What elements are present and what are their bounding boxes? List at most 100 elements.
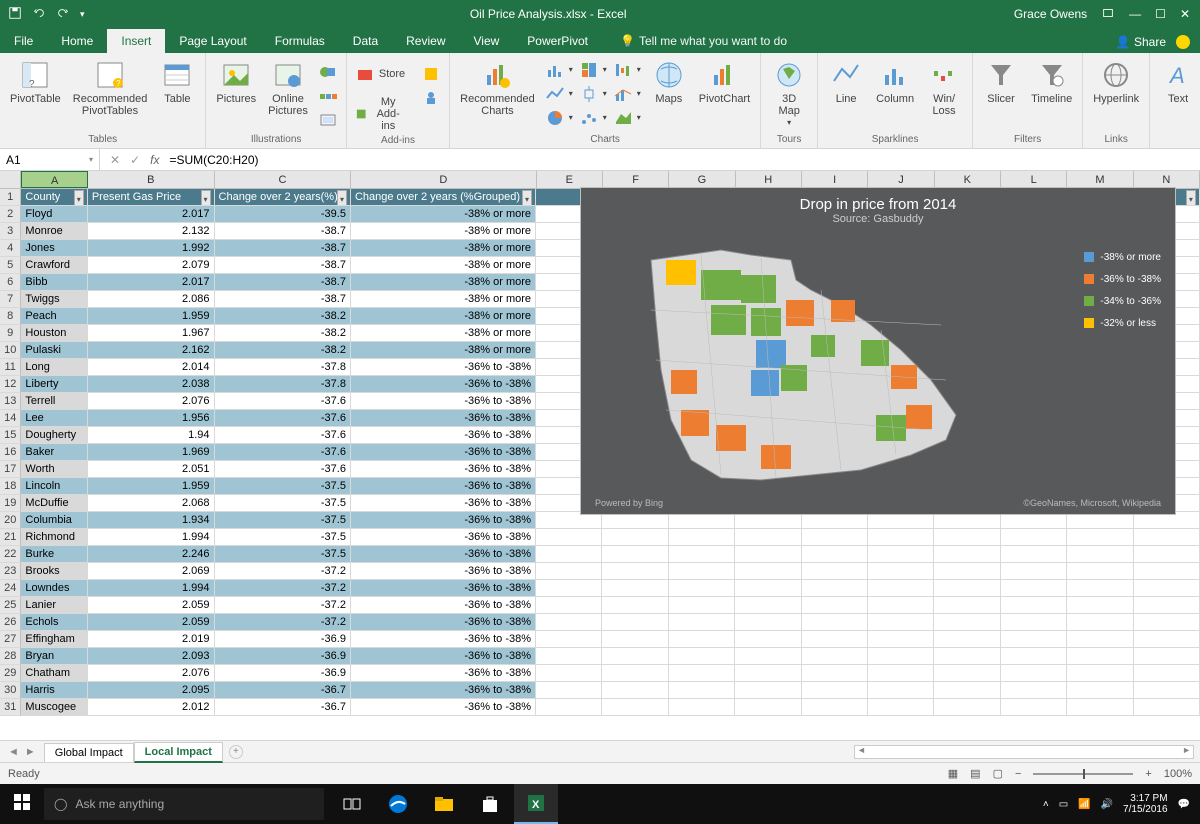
col-header-E[interactable]: E (537, 171, 603, 188)
waterfall-chart-button[interactable]: ▾ (611, 59, 643, 81)
cell[interactable] (802, 699, 868, 716)
close-icon[interactable]: ✕ (1180, 7, 1190, 21)
scatter-chart-button[interactable]: ▾ (577, 107, 609, 129)
cell[interactable] (1067, 648, 1133, 665)
cell[interactable] (802, 648, 868, 665)
qat-customize-icon[interactable]: ▾ (80, 9, 85, 20)
cell[interactable] (1134, 648, 1200, 665)
cell[interactable] (536, 648, 602, 665)
col-header-M[interactable]: M (1067, 171, 1133, 188)
cell[interactable] (1134, 665, 1200, 682)
row-header[interactable]: 17 (0, 461, 21, 478)
cell[interactable]: -36% to -38% (351, 563, 536, 580)
cell[interactable] (669, 699, 735, 716)
cell[interactable] (669, 614, 735, 631)
horizontal-scrollbar[interactable] (854, 745, 1194, 759)
cell[interactable] (1067, 529, 1133, 546)
cell[interactable]: -37.2 (215, 597, 351, 614)
cell[interactable] (868, 597, 934, 614)
view-normal-icon[interactable]: ▦ (948, 767, 958, 780)
row-header[interactable]: 30 (0, 682, 21, 699)
sparkline-winloss-button[interactable]: Win/ Loss (922, 57, 966, 119)
cell[interactable]: -38.7 (215, 274, 351, 291)
cell[interactable]: 1.994 (88, 580, 215, 597)
cell[interactable]: -38.7 (215, 240, 351, 257)
cell[interactable] (1067, 597, 1133, 614)
cell[interactable] (934, 546, 1000, 563)
file-explorer-icon[interactable] (422, 784, 466, 824)
cell[interactable] (1067, 631, 1133, 648)
bing-maps-button[interactable] (419, 63, 443, 85)
cell[interactable] (1134, 682, 1200, 699)
cell[interactable]: Bryan (21, 648, 87, 665)
share-button[interactable]: 👤 Share (1116, 35, 1166, 49)
cell[interactable]: Richmond (21, 529, 87, 546)
cell[interactable]: Lowndes (21, 580, 87, 597)
cell[interactable]: -36% to -38% (351, 682, 536, 699)
tray-volume-icon[interactable]: 🔊 (1101, 799, 1113, 810)
cell[interactable]: -36.9 (215, 648, 351, 665)
cell[interactable]: -38.2 (215, 342, 351, 359)
cell[interactable] (1134, 699, 1200, 716)
cell[interactable] (1001, 648, 1067, 665)
cell[interactable] (934, 682, 1000, 699)
cell[interactable]: -38% or more (351, 308, 536, 325)
cell[interactable]: -36% to -38% (351, 580, 536, 597)
pivottable-button[interactable]: ?PivotTable (6, 57, 65, 107)
cell[interactable] (1001, 597, 1067, 614)
cell[interactable]: -36% to -38% (351, 648, 536, 665)
cell[interactable]: 2.132 (88, 223, 215, 240)
cell[interactable]: -36% to -38% (351, 359, 536, 376)
row-header[interactable]: 8 (0, 308, 21, 325)
cell[interactable] (868, 665, 934, 682)
cell[interactable]: -38% or more (351, 342, 536, 359)
zoom-level[interactable]: 100% (1164, 768, 1192, 780)
cell[interactable]: -36% to -38% (351, 529, 536, 546)
cell[interactable]: 2.076 (88, 665, 215, 682)
cell[interactable]: -37.2 (215, 614, 351, 631)
cell[interactable]: -36% to -38% (351, 614, 536, 631)
formula-input[interactable]: =SUM(C20:H20) (169, 153, 1190, 167)
pivotchart-button[interactable]: PivotChart (695, 57, 754, 107)
col-header-A[interactable]: A (21, 171, 87, 188)
cell[interactable]: 1.956 (88, 410, 215, 427)
cell[interactable]: Change over 2 years (%Grouped) (351, 189, 536, 206)
tab-review[interactable]: Review (392, 29, 459, 53)
cell[interactable]: 2.076 (88, 393, 215, 410)
cell[interactable]: -37.5 (215, 512, 351, 529)
cell[interactable] (802, 580, 868, 597)
cell[interactable] (536, 597, 602, 614)
cell[interactable] (868, 580, 934, 597)
cell[interactable]: Columbia (21, 512, 87, 529)
cell[interactable]: -36.7 (215, 699, 351, 716)
row-header[interactable]: 19 (0, 495, 21, 512)
people-graph-button[interactable] (419, 87, 443, 109)
cell[interactable] (1001, 631, 1067, 648)
cell[interactable] (602, 563, 668, 580)
cell[interactable]: -38% or more (351, 325, 536, 342)
sheet-tab-global[interactable]: Global Impact (44, 743, 134, 762)
cell[interactable]: -38.7 (215, 257, 351, 274)
cell[interactable] (802, 614, 868, 631)
cell[interactable]: 1.992 (88, 240, 215, 257)
tray-up-icon[interactable]: ˄ (1043, 799, 1049, 810)
cell[interactable]: County (21, 189, 87, 206)
cell[interactable]: Terrell (21, 393, 87, 410)
row-header[interactable]: 1 (0, 189, 21, 206)
cell[interactable] (602, 631, 668, 648)
cell[interactable]: Lincoln (21, 478, 87, 495)
cell[interactable]: -38.2 (215, 325, 351, 342)
row-header[interactable]: 4 (0, 240, 21, 257)
cell[interactable] (536, 563, 602, 580)
cell[interactable]: -37.6 (215, 461, 351, 478)
cell[interactable] (536, 614, 602, 631)
cell[interactable] (1067, 665, 1133, 682)
cell[interactable]: 2.162 (88, 342, 215, 359)
cell[interactable] (802, 597, 868, 614)
cell[interactable] (602, 546, 668, 563)
row-header[interactable]: 26 (0, 614, 21, 631)
tab-powerpivot[interactable]: PowerPivot (513, 29, 602, 53)
cell[interactable] (1001, 529, 1067, 546)
cell[interactable] (868, 682, 934, 699)
col-header-K[interactable]: K (935, 171, 1001, 188)
